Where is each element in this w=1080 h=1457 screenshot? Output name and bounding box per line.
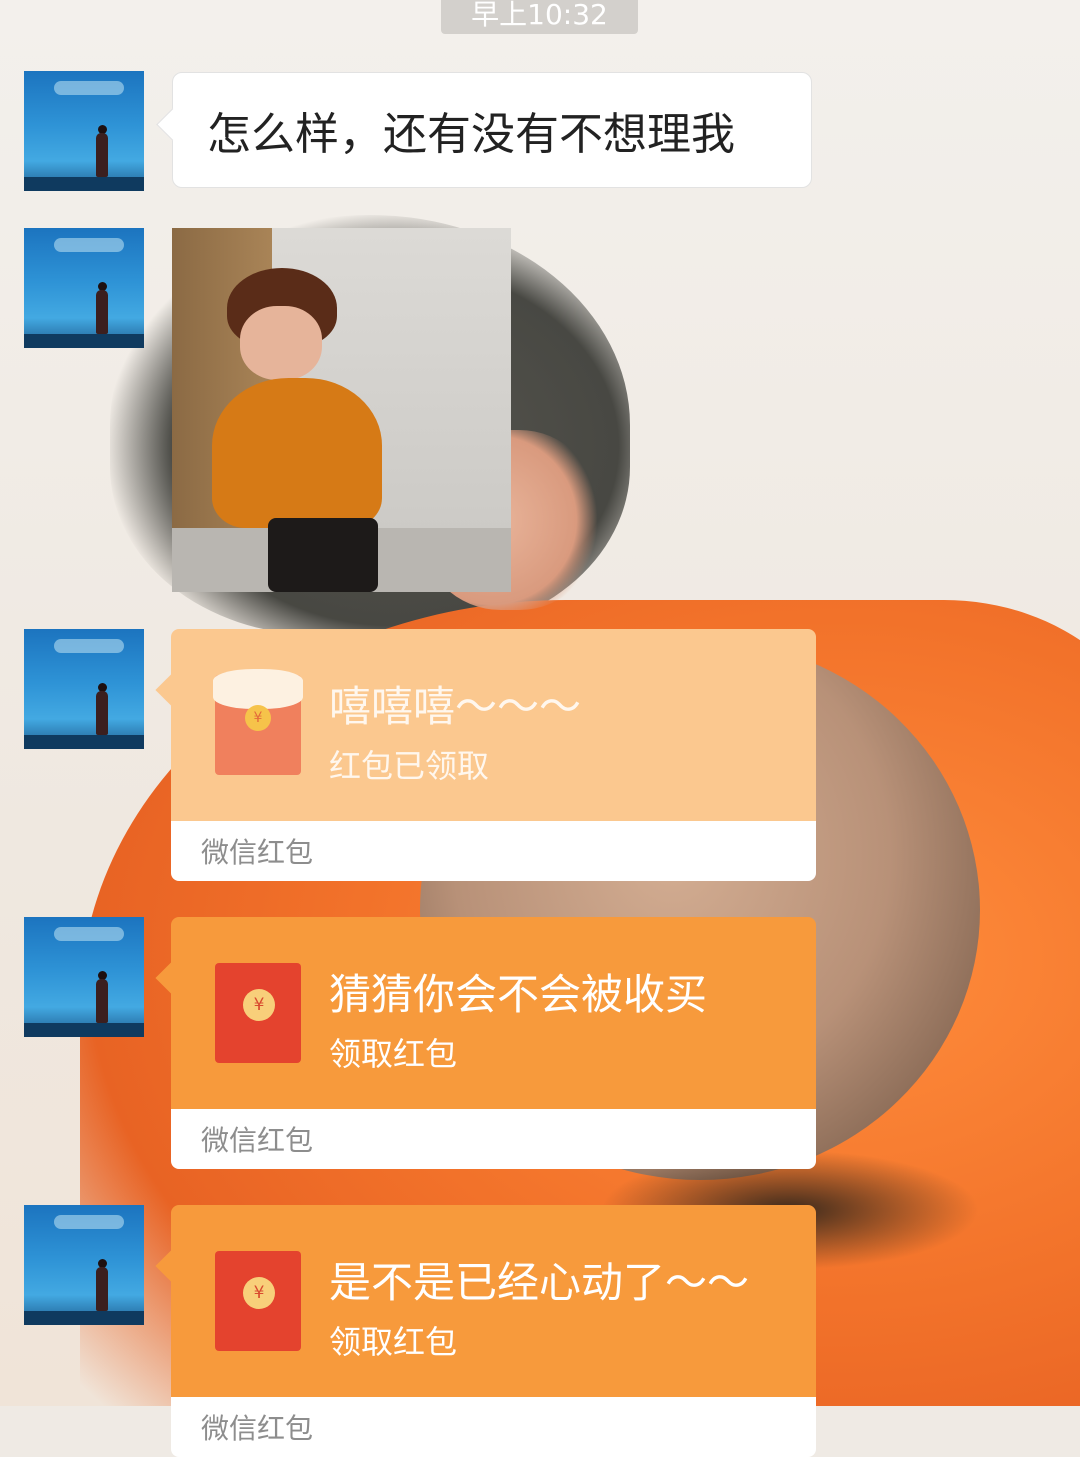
message-text: 怎么样，还有没有不想理我 <box>207 109 735 160</box>
red-envelope-icon: ¥ <box>215 1251 301 1351</box>
sender-avatar[interactable] <box>24 228 144 348</box>
red-packet-message[interactable]: ¥ 猜猜你会不会被收买 领取红包 微信红包 <box>171 917 816 1169</box>
sender-avatar[interactable] <box>24 917 144 1037</box>
message-timestamp: 早上10:32 <box>441 0 638 34</box>
image-message[interactable] <box>172 228 511 592</box>
red-packet-title: 嘻嘻嘻～～～ <box>329 682 582 731</box>
red-packet-footer: 微信红包 <box>171 1397 816 1457</box>
sender-avatar[interactable] <box>24 71 144 191</box>
red-packet-status: 领取红包 <box>329 1035 458 1073</box>
red-packet-message[interactable]: ¥ 是不是已经心动了～～ 领取红包 微信红包 <box>171 1205 816 1457</box>
sender-avatar[interactable] <box>24 1205 144 1325</box>
red-packet-status: 红包已领取 <box>329 747 490 785</box>
red-packet-footer: 微信红包 <box>171 1109 816 1169</box>
yuan-coin-icon: ¥ <box>245 705 271 731</box>
red-packet-title: 猜猜你会不会被收买 <box>329 970 708 1019</box>
red-envelope-icon: ¥ <box>213 669 303 775</box>
red-envelope-icon: ¥ <box>215 963 301 1063</box>
red-packet-message[interactable]: ¥ 嘻嘻嘻～～～ 红包已领取 微信红包 <box>171 629 816 881</box>
red-packet-footer: 微信红包 <box>171 821 816 881</box>
red-packet-title: 是不是已经心动了～～ <box>329 1258 750 1307</box>
yuan-coin-icon: ¥ <box>243 989 275 1021</box>
yuan-coin-icon: ¥ <box>243 1277 275 1309</box>
red-packet-status: 领取红包 <box>329 1323 458 1361</box>
sender-avatar[interactable] <box>24 629 144 749</box>
text-message-bubble[interactable]: 怎么样，还有没有不想理我 <box>172 72 812 188</box>
